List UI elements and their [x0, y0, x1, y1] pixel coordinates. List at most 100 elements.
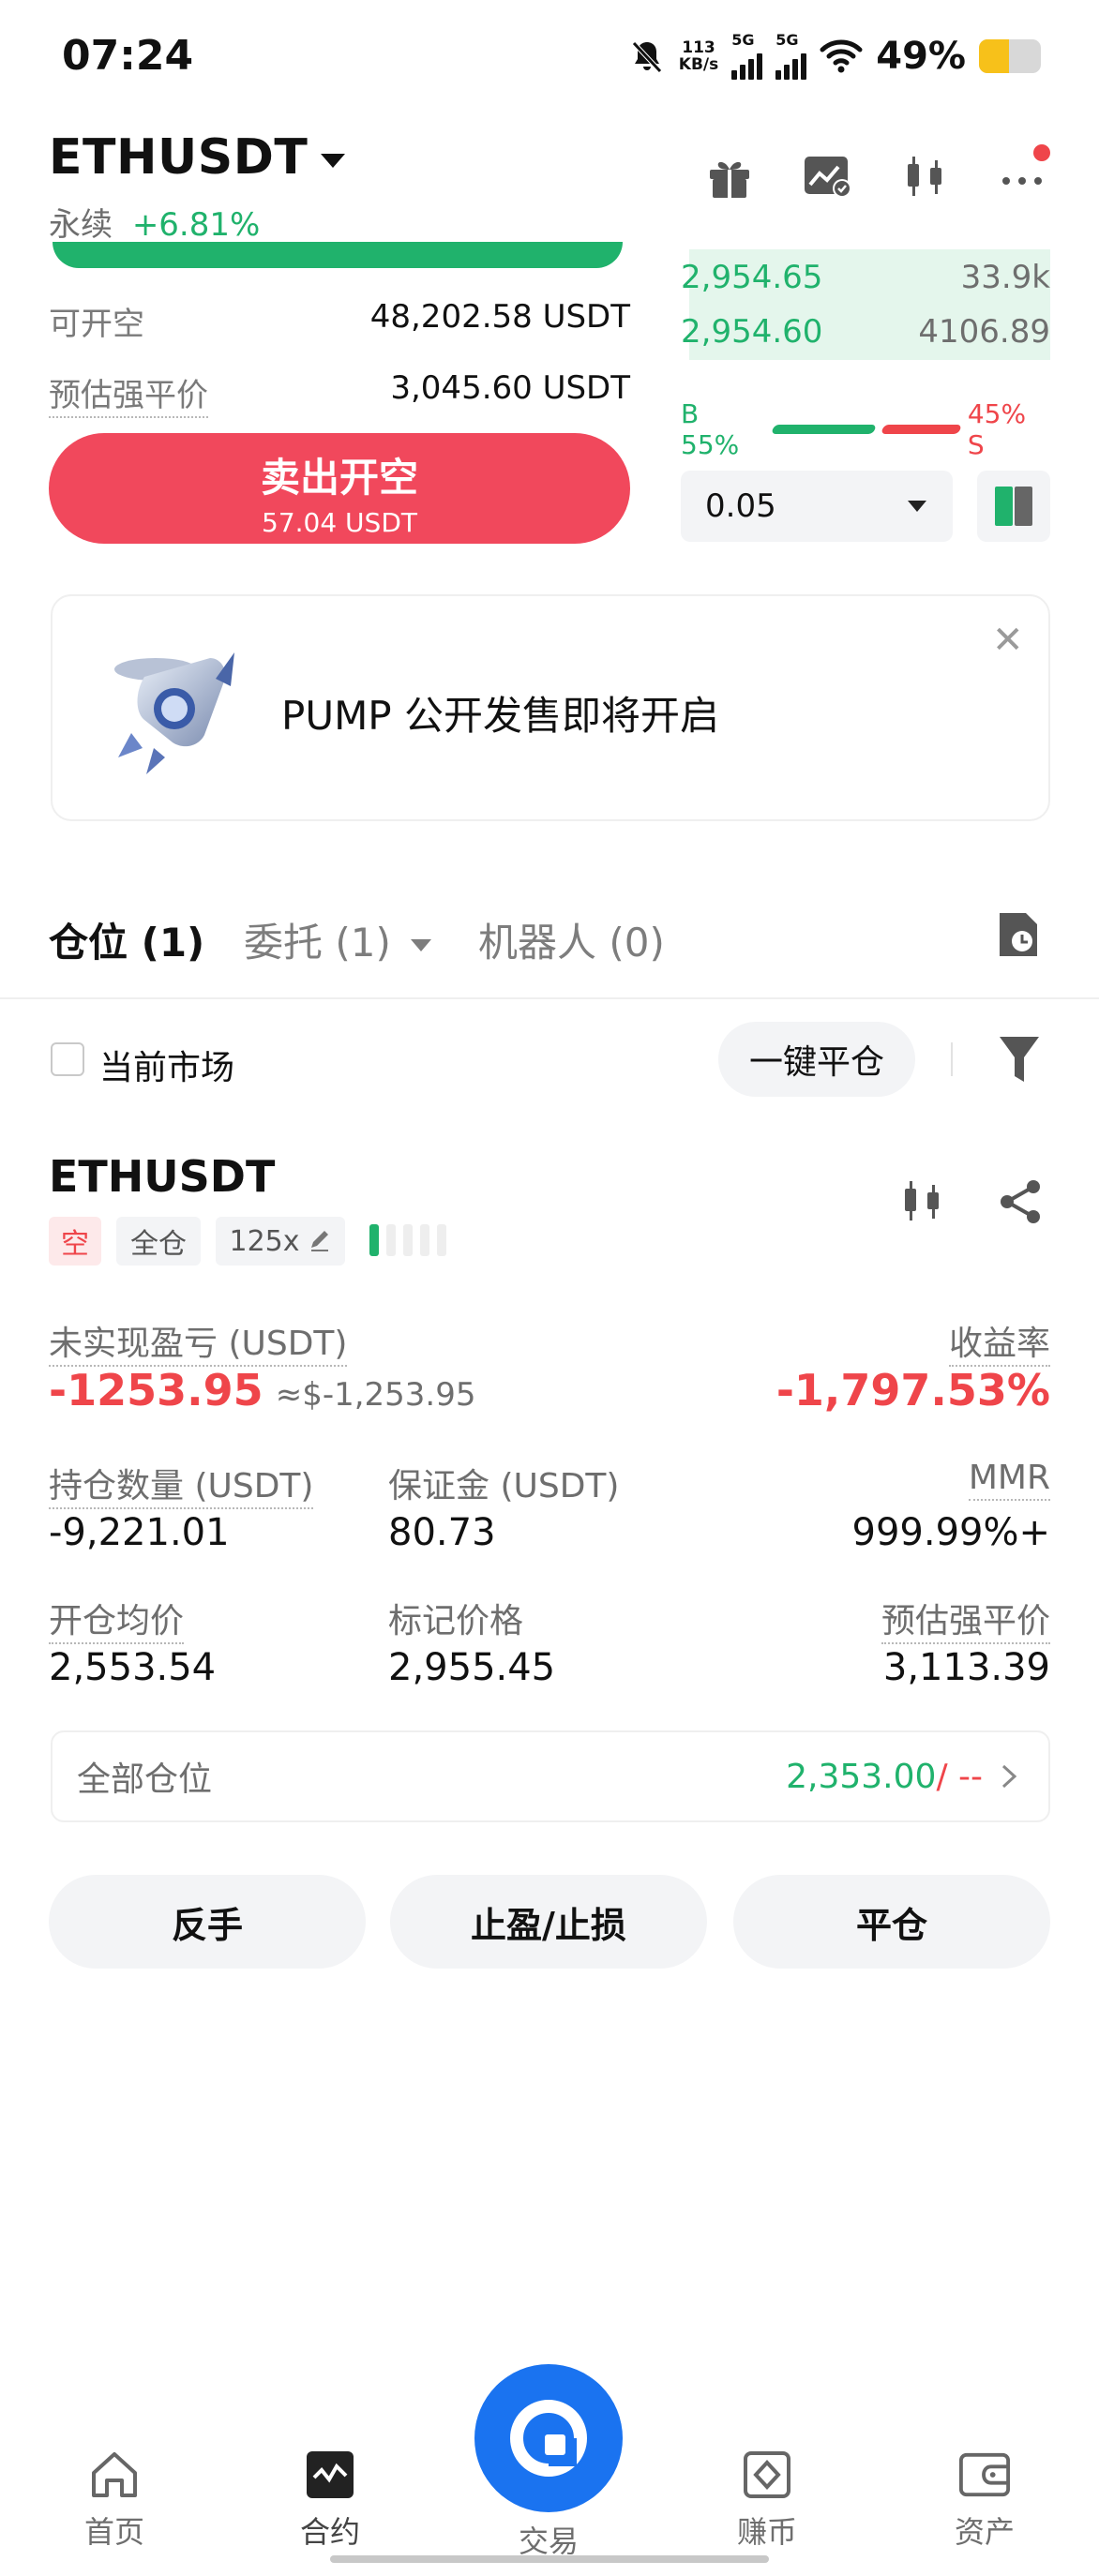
risk-level-segment — [386, 1224, 396, 1256]
margin-mode-tag: 全仓 — [116, 1217, 201, 1266]
entry-price-label: 开仓均价 — [49, 1594, 185, 1644]
precision-value: 0.05 — [705, 487, 776, 525]
earn-icon — [741, 2449, 793, 2501]
tab-positions[interactable]: 仓位 (1) — [49, 911, 204, 968]
home-indicator[interactable] — [330, 2555, 769, 2563]
caret-down-icon — [411, 939, 432, 951]
share-icon[interactable] — [996, 1177, 1045, 1226]
candlestick-icon[interactable] — [896, 1176, 947, 1226]
symbol-title: ETHUSDT — [49, 129, 309, 186]
side-tag: 空 — [49, 1217, 101, 1266]
wifi-icon — [820, 39, 863, 73]
symbol-subtitle: 永续 +6.81% — [49, 199, 260, 245]
entry-price-value: 2,553.54 — [49, 1646, 217, 1689]
nav-trade-button[interactable] — [474, 2364, 623, 2512]
unrealized-pnl-label: 未实现盈亏 (USDT) — [49, 1316, 348, 1367]
size-label: 持仓数量 (USDT) — [49, 1459, 314, 1509]
buy-ratio: B 55% — [681, 398, 740, 460]
all-positions-row[interactable]: 全部仓位 2,353.00 / -- — [51, 1730, 1050, 1822]
roe-value: -1,797.53% — [775, 1365, 1050, 1415]
all-positions-summary: 2,353.00 / -- — [786, 1758, 1020, 1796]
tpsl-button[interactable]: 止盈/止损 — [390, 1875, 707, 1969]
buy-ratio-bar — [770, 425, 877, 434]
short-available-value: 48,202.58 USDT — [369, 298, 630, 336]
margin-value: 80.73 — [388, 1511, 496, 1554]
notification-dot — [1033, 144, 1050, 161]
status-icons: 113 KB/s 5G 5G 49% — [628, 28, 1041, 84]
chart-check-icon[interactable] — [801, 150, 853, 202]
tab-bots[interactable]: 机器人 (0) — [478, 911, 665, 968]
sell-ratio-bar — [880, 425, 962, 434]
position-symbol: ETHUSDT — [49, 1151, 276, 1202]
price-change: +6.81% — [131, 206, 261, 244]
unrealized-pnl-approx: ≈$-1,253.95 — [275, 1376, 476, 1414]
liq-price-label: 预估强平价 — [881, 1594, 1050, 1644]
nav-earn[interactable]: 赚币 — [701, 2449, 833, 2552]
close-all-button[interactable]: 一键平仓 — [718, 1022, 915, 1097]
close-icon[interactable]: ✕ — [992, 619, 1024, 662]
history-icon[interactable] — [994, 909, 1043, 960]
wallet-icon — [958, 2449, 1011, 2501]
battery-percent: 49% — [876, 35, 966, 78]
mmr-value: 999.99%+ — [851, 1511, 1050, 1554]
gift-icon[interactable] — [703, 150, 756, 202]
leverage-tag[interactable]: 125x — [216, 1217, 345, 1266]
contract-type: 永续 — [49, 206, 113, 244]
tab-orders[interactable]: 委托 (1) — [244, 911, 432, 968]
chevron-right-icon — [1001, 1764, 1017, 1789]
filter-icon[interactable] — [998, 1033, 1041, 1086]
close-position-button[interactable]: 平仓 — [733, 1875, 1050, 1969]
trade-logo-icon — [510, 2400, 587, 2477]
sell-short-label: 卖出开空 — [260, 455, 418, 501]
tabs-divider — [0, 997, 1099, 999]
margin-label: 保证金 (USDT) — [388, 1467, 620, 1505]
buy-button-partial[interactable] — [53, 242, 623, 268]
symbol-selector[interactable]: ETHUSDT — [49, 129, 346, 186]
status-time: 07:24 — [62, 32, 194, 80]
mark-price-value: 2,955.45 — [388, 1646, 556, 1689]
caret-down-icon — [908, 501, 926, 512]
all-positions-label: 全部仓位 — [77, 1760, 213, 1799]
mark-price-label: 标记价格 — [388, 1602, 524, 1640]
risk-level-segment — [420, 1224, 429, 1256]
risk-level-segment — [437, 1224, 446, 1256]
nav-futures[interactable]: 合约 — [264, 2449, 396, 2552]
mmr-label: MMR — [968, 1459, 1050, 1501]
sell-ratio: 45% S — [967, 398, 1027, 460]
home-icon — [88, 2449, 141, 2501]
split-layout-icon — [995, 487, 1032, 526]
bell-muted-icon — [631, 41, 662, 73]
est-liq-value: 3,045.60 USDT — [390, 369, 630, 407]
current-market-checkbox[interactable] — [51, 1042, 84, 1076]
edit-icon — [310, 1231, 328, 1251]
battery-icon — [979, 39, 1041, 73]
candlestick-icon[interactable] — [898, 150, 951, 202]
current-market-label: 当前市场 — [99, 1049, 235, 1087]
short-available-label: 可开空 — [49, 306, 144, 343]
header-icons — [703, 144, 1050, 202]
size-value: -9,221.01 — [49, 1511, 230, 1554]
roe-label: 收益率 — [948, 1316, 1050, 1367]
rocket-icon — [114, 652, 234, 774]
sell-short-amount: 57.04 USDT — [262, 507, 417, 538]
est-liq-label: 预估强平价 — [49, 369, 208, 418]
risk-level-segment — [369, 1224, 379, 1256]
promo-text: PUMP 公开发售即将开启 — [281, 693, 719, 739]
net-speed: 113 KB/s — [678, 38, 719, 74]
liq-price-value: 3,113.39 — [882, 1646, 1050, 1689]
nav-assets[interactable]: 资产 — [919, 2449, 1050, 2552]
unrealized-pnl: -1253.95 ≈$-1,253.95 — [49, 1365, 476, 1415]
reverse-button[interactable]: 反手 — [49, 1875, 366, 1969]
orderbook-layout-button[interactable] — [977, 471, 1050, 542]
sell-short-button[interactable]: 卖出开空 57.04 USDT — [49, 433, 630, 544]
precision-select[interactable]: 0.05 — [681, 471, 953, 542]
orderbook-row[interactable]: 2,954.65 33.9k — [681, 259, 1050, 296]
caret-down-icon — [321, 153, 346, 168]
futures-icon — [304, 2449, 356, 2501]
unrealized-pnl-value: -1253.95 — [49, 1365, 263, 1415]
filter-separator — [951, 1042, 953, 1076]
orderbook-row[interactable]: 2,954.60 4106.89 — [681, 313, 1050, 351]
signal-1-icon: 5G — [731, 33, 763, 80]
more-icon[interactable] — [996, 144, 1050, 202]
nav-home[interactable]: 首页 — [49, 2449, 180, 2552]
